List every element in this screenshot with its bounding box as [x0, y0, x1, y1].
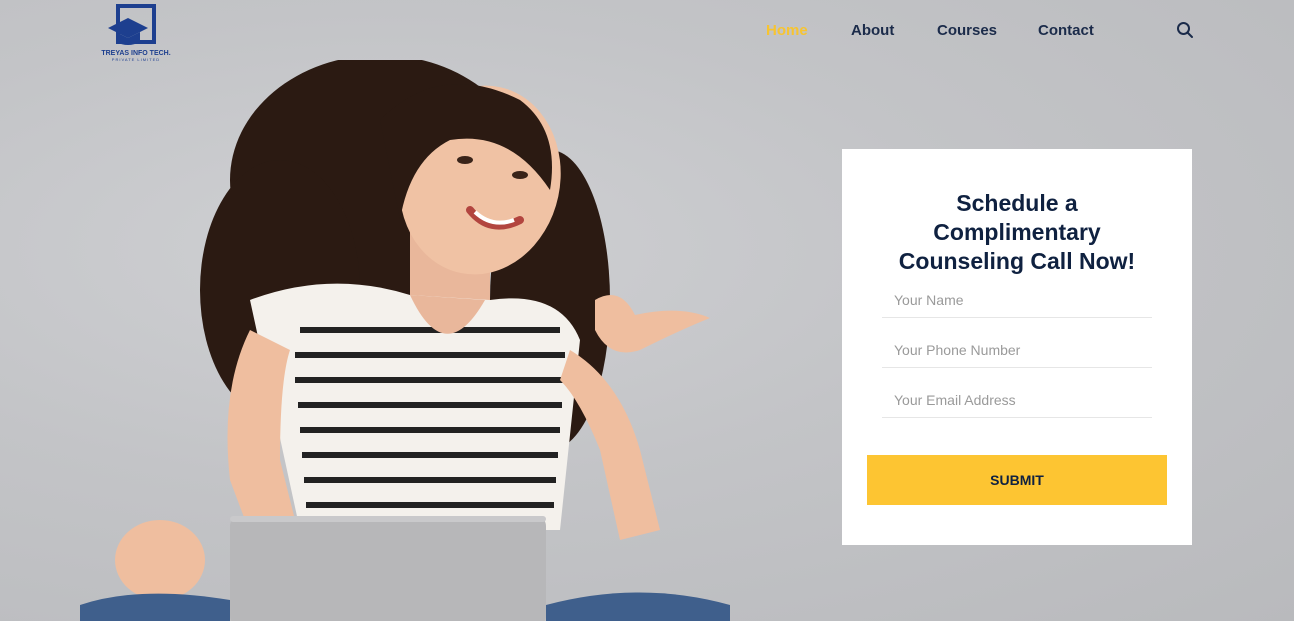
form-title-line-3: Counseling Call Now!: [898, 248, 1136, 274]
hero-student-image: [80, 60, 730, 621]
email-input[interactable]: [882, 382, 1152, 418]
form-title-line-1: Schedule a: [956, 190, 1078, 216]
brand-logo[interactable]: TREYAS INFO TECH. PRIVATE LIMITED: [96, 4, 176, 62]
graduation-cap-square-icon: [108, 4, 156, 45]
form-title: Schedule a Complimentary Counseling Call…: [862, 189, 1172, 276]
nav-about[interactable]: About: [851, 22, 894, 39]
submit-button[interactable]: SUBMIT: [867, 455, 1167, 505]
nav-contact[interactable]: Contact: [1038, 22, 1094, 39]
form-title-line-2: Complimentary: [933, 219, 1101, 245]
nav-home[interactable]: Home: [766, 22, 808, 39]
brand-name: TREYAS INFO TECH.: [101, 50, 171, 57]
phone-input[interactable]: [882, 332, 1152, 368]
nav-courses[interactable]: Courses: [937, 22, 997, 39]
search-icon[interactable]: [1176, 21, 1194, 39]
name-input[interactable]: [882, 282, 1152, 318]
brand-subtitle: PRIVATE LIMITED: [111, 57, 161, 62]
counseling-form-card: Schedule a Complimentary Counseling Call…: [842, 149, 1192, 545]
